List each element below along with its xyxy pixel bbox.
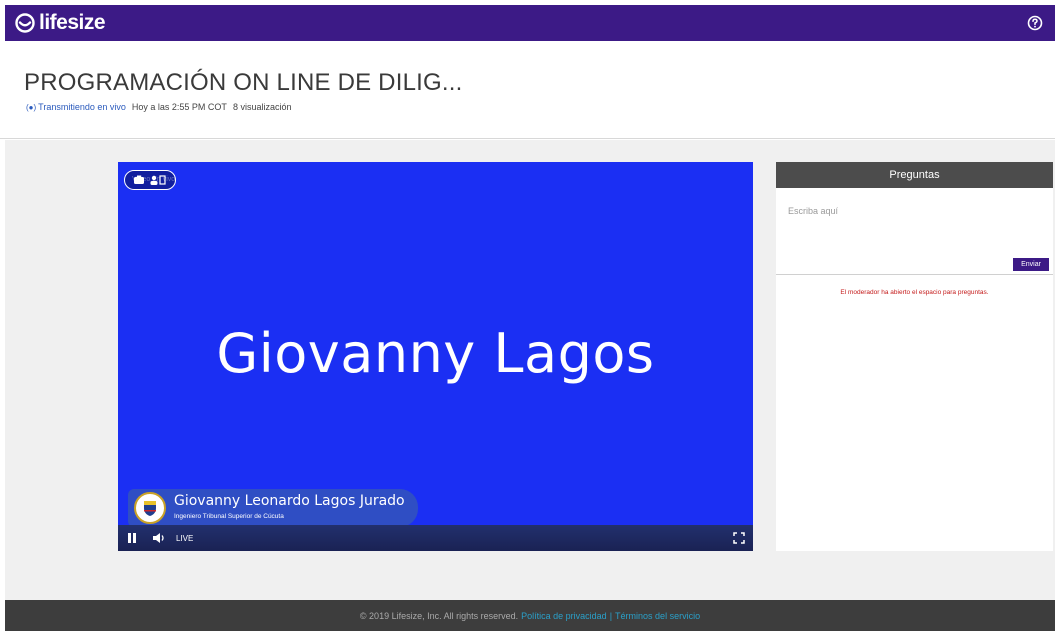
help-icon[interactable] xyxy=(1027,15,1043,31)
view-count: 8 visualización xyxy=(232,102,292,112)
event-date: Hoy a las 2:55 PM COT xyxy=(131,102,227,112)
privacy-link[interactable]: Política de privacidad xyxy=(521,611,607,621)
terms-link[interactable]: Términos del servicio xyxy=(615,611,700,621)
top-bar: lifesize xyxy=(5,5,1055,41)
video-watermark: Vídeo En vivo xyxy=(132,176,176,183)
send-button[interactable]: Enviar xyxy=(1013,258,1049,271)
page-title: PROGRAMACIÓN ON LINE DE DILIG... xyxy=(24,69,463,96)
event-meta: (●) Transmitiendo en vivo Hoy a las 2:55… xyxy=(26,102,291,112)
fullscreen-icon xyxy=(733,532,745,544)
questions-panel: Preguntas Enviar El moderador ha abierto… xyxy=(776,162,1053,551)
moderator-message: El moderador ha abierto el espacio para … xyxy=(840,289,989,296)
video-player[interactable]: Vídeo En vivo Giovanny Lagos Giovanny Le… xyxy=(118,162,753,551)
volume-icon xyxy=(153,533,164,543)
panel-divider xyxy=(776,274,1053,275)
lifesize-logo-icon xyxy=(15,13,35,33)
copyright-text: © 2019 Lifesize, Inc. All rights reserve… xyxy=(359,610,519,621)
live-status: (●) Transmitiendo en vivo xyxy=(26,102,126,112)
brand-name: lifesize xyxy=(39,11,106,34)
lower-third-name: Giovanny Leonardo Lagos Jurado xyxy=(174,493,405,509)
fullscreen-button[interactable] xyxy=(733,532,745,544)
live-label: LIVE xyxy=(176,533,194,543)
lower-third-role: Ingeniero Tribunal Superior de Cúcuta xyxy=(174,513,284,520)
lower-third: Giovanny Leonardo Lagos Jurado Ingeniero… xyxy=(128,489,418,527)
brand-logo-link[interactable]: lifesize xyxy=(15,11,106,35)
broadcast-icon: (●) xyxy=(26,102,37,112)
questions-title: Preguntas xyxy=(776,162,1053,188)
live-status-label: Transmitiendo en vivo xyxy=(38,102,126,112)
tribunal-crest-icon xyxy=(134,492,166,524)
footer: © 2019 Lifesize, Inc. All rights reserve… xyxy=(5,600,1055,631)
question-input[interactable] xyxy=(776,188,1053,234)
event-header: PROGRAMACIÓN ON LINE DE DILIG... (●) Tra… xyxy=(0,41,1055,139)
player-controls: LIVE xyxy=(118,525,753,551)
pause-button[interactable] xyxy=(126,532,138,544)
presenter-name-title: Giovanny Lagos xyxy=(216,322,655,385)
content-area: Vídeo En vivo Giovanny Lagos Giovanny Le… xyxy=(5,140,1055,600)
volume-button[interactable] xyxy=(152,532,166,544)
pause-icon xyxy=(128,533,136,543)
footer-separator: | xyxy=(609,610,613,621)
